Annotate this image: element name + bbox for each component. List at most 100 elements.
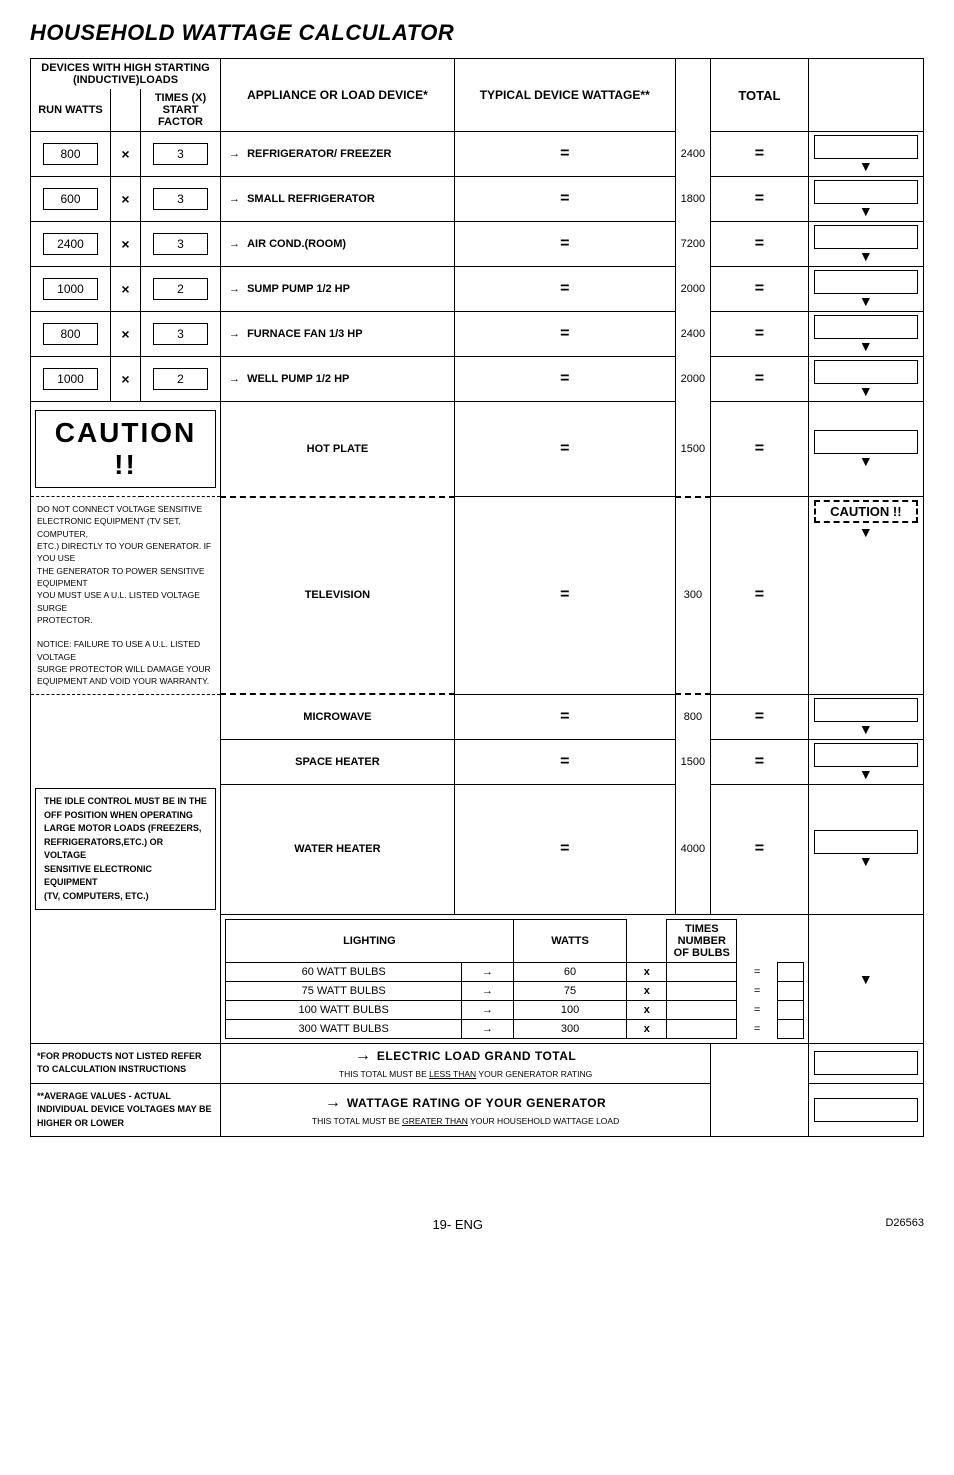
times-sign-2: × bbox=[121, 191, 129, 207]
lighting-header: LIGHTING bbox=[226, 919, 514, 962]
total-input-space-heater[interactable] bbox=[814, 743, 918, 767]
row-furnace-fan: 800 × 3 → FURNACE FAN 1/3 HP = 2400 = ▼ bbox=[31, 312, 924, 357]
arrow-2: → bbox=[229, 193, 240, 205]
dashed-note: DO NOT CONNECT VOLTAGE SENSITIVE ELECTRO… bbox=[37, 503, 214, 688]
page-footer: 19- ENG D26563 bbox=[30, 1217, 924, 1232]
total-input-5[interactable] bbox=[814, 315, 918, 339]
wattage-rating-label: WATTAGE RATING OF YOUR GENERATOR bbox=[347, 1096, 606, 1110]
wattage-rating-note: THIS TOTAL MUST BE GREATER THAN YOUR HOU… bbox=[312, 1116, 619, 1126]
bulb-label-100: 100 WATT BULBS bbox=[226, 1000, 462, 1019]
watts-60: 60 bbox=[513, 962, 627, 981]
device-refrigerator: REFRIGERATOR/ FREEZER bbox=[247, 148, 391, 160]
divider-header bbox=[111, 89, 141, 132]
total-input-microwave[interactable] bbox=[814, 698, 918, 722]
footnote-averages: **AVERAGE VALUES - ACTUAL INDIVIDUAL DEV… bbox=[37, 1091, 212, 1128]
bulb-count-75[interactable] bbox=[667, 981, 737, 1000]
total-input-3[interactable] bbox=[814, 225, 918, 249]
arrow-lighting-3: → bbox=[462, 1000, 513, 1019]
total-300[interactable] bbox=[777, 1019, 803, 1038]
grand-total-note: THIS TOTAL MUST BE LESS THAN YOUR GENERA… bbox=[339, 1069, 592, 1079]
arrow-down-space-heater: ▼ bbox=[814, 767, 918, 781]
wattage-sump: 2000 bbox=[681, 283, 705, 295]
arrow-5: → bbox=[229, 328, 240, 340]
grand-total-input[interactable] bbox=[814, 1051, 918, 1075]
row-small-refrigerator: 600 × 3 → SMALL REFRIGERATOR = 1800 = ▼ bbox=[31, 177, 924, 222]
total-input-1[interactable] bbox=[814, 135, 918, 159]
factor-furnace: 3 bbox=[153, 323, 208, 345]
page-title: HOUSEHOLD WATTAGE CALCULATOR bbox=[30, 20, 924, 46]
arrow-down-tv: ▼ bbox=[814, 525, 918, 539]
idle-note: THE IDLE CONTROL MUST BE IN THE OFF POSI… bbox=[35, 788, 216, 910]
device-furnace: FURNACE FAN 1/3 HP bbox=[247, 328, 363, 340]
arrow-down-microwave: ▼ bbox=[814, 722, 918, 736]
row-sump-pump: 1000 × 2 → SUMP PUMP 1/2 HP = 2000 = ▼ bbox=[31, 267, 924, 312]
eq-5: = bbox=[755, 325, 764, 342]
bulb-count-60[interactable] bbox=[667, 962, 737, 981]
bulb-count-100[interactable] bbox=[667, 1000, 737, 1019]
grand-total-row: *FOR PRODUCTS NOT LISTED REFER TO CALCUL… bbox=[31, 1043, 924, 1083]
grand-total-label: ELECTRIC LOAD GRAND TOTAL bbox=[377, 1049, 576, 1063]
caution-right-box: CAUTION !! bbox=[814, 500, 918, 523]
total-input-water-heater[interactable] bbox=[814, 830, 918, 854]
watts-sump: 1000 bbox=[43, 278, 98, 300]
arrow-down-water-heater: ▼ bbox=[814, 854, 918, 868]
arrow-down-5: ▼ bbox=[814, 339, 918, 353]
factor-small-ref: 3 bbox=[153, 188, 208, 210]
factor-well: 2 bbox=[153, 368, 208, 390]
watts-75: 75 bbox=[513, 981, 627, 1000]
watts-small-ref: 600 bbox=[43, 188, 98, 210]
page-number: 19- ENG bbox=[30, 1217, 885, 1232]
bulb-label-75: 75 WATT BULBS bbox=[226, 981, 462, 1000]
times-number-header: TIMES NUMBER OF BULBS bbox=[667, 919, 737, 962]
arrow-lighting-2: → bbox=[462, 981, 513, 1000]
total-input-2[interactable] bbox=[814, 180, 918, 204]
watts-air-cond: 2400 bbox=[43, 233, 98, 255]
row-refrigerator-freezer: 800 × 3 → REFRIGERATOR/ FREEZER = 2400 =… bbox=[31, 132, 924, 177]
arrow-wattage-rating: → bbox=[325, 1094, 341, 1112]
device-microwave: MICROWAVE bbox=[303, 711, 371, 723]
total-75[interactable] bbox=[777, 981, 803, 1000]
wattage-calculator-table: DEVICES WITH HIGH STARTING (INDUCTIVE)LO… bbox=[30, 58, 924, 1137]
caution-label: CAUTION !! bbox=[35, 410, 216, 488]
watts-header: WATTS bbox=[513, 919, 627, 962]
wattage-air-cond: 7200 bbox=[681, 238, 705, 250]
wattage-furnace: 2400 bbox=[681, 328, 705, 340]
row-air-cond: 2400 × 3 → AIR COND.(ROOM) = 7200 = ▼ bbox=[31, 222, 924, 267]
col1-header: DEVICES WITH HIGH STARTING (INDUCTIVE)LO… bbox=[31, 59, 221, 90]
total-60[interactable] bbox=[777, 962, 803, 981]
wattage-space-heater: 1500 bbox=[681, 756, 705, 768]
col2-header: APPLIANCE OR LOAD DEVICE* bbox=[221, 59, 455, 132]
space-heater-row: SPACE HEATER = 1500 = ▼ bbox=[31, 739, 924, 784]
total-100[interactable] bbox=[777, 1000, 803, 1019]
start-factor-header: TIMES (X) START FACTOR bbox=[141, 89, 221, 132]
wattage-rating-row: **AVERAGE VALUES - ACTUAL INDIVIDUAL DEV… bbox=[31, 1083, 924, 1137]
eq-2: = bbox=[755, 190, 764, 207]
bulb-label-60: 60 WATT BULBS bbox=[226, 962, 462, 981]
lighting-row-75: 75 WATT BULBS → 75 x = bbox=[226, 981, 804, 1000]
eq-6: = bbox=[755, 370, 764, 387]
bulb-count-300[interactable] bbox=[667, 1019, 737, 1038]
wattage-rating-input[interactable] bbox=[814, 1098, 918, 1122]
arrow-down-2: ▼ bbox=[814, 204, 918, 218]
watts-100: 100 bbox=[513, 1000, 627, 1019]
wattage-hot-plate: 1500 bbox=[681, 443, 705, 455]
arrow-3: → bbox=[229, 238, 240, 250]
times-sign-5: × bbox=[121, 326, 129, 342]
lighting-table: LIGHTING WATTS TIMES NUMBER OF BULBS 60 … bbox=[225, 919, 804, 1039]
arrow-down-lighting: ▼ bbox=[814, 972, 918, 986]
total-input-4[interactable] bbox=[814, 270, 918, 294]
factor-air-cond: 3 bbox=[153, 233, 208, 255]
bulb-label-300: 300 WATT BULBS bbox=[226, 1019, 462, 1038]
eq-4: = bbox=[755, 280, 764, 297]
wattage-refrigerator: 2400 bbox=[681, 148, 705, 160]
arrow-down-3: ▼ bbox=[814, 249, 918, 263]
total-input-hot-plate[interactable] bbox=[814, 430, 918, 454]
factor-refrigerator: 3 bbox=[153, 143, 208, 165]
total-input-6[interactable] bbox=[814, 360, 918, 384]
television-row: DO NOT CONNECT VOLTAGE SENSITIVE ELECTRO… bbox=[31, 497, 924, 695]
factor-sump: 2 bbox=[153, 278, 208, 300]
times-sign-3: × bbox=[121, 236, 129, 252]
water-heater-row: THE IDLE CONTROL MUST BE IN THE OFF POSI… bbox=[31, 784, 924, 914]
device-well: WELL PUMP 1/2 HP bbox=[247, 373, 349, 385]
microwave-row: MICROWAVE = 800 = ▼ bbox=[31, 694, 924, 739]
